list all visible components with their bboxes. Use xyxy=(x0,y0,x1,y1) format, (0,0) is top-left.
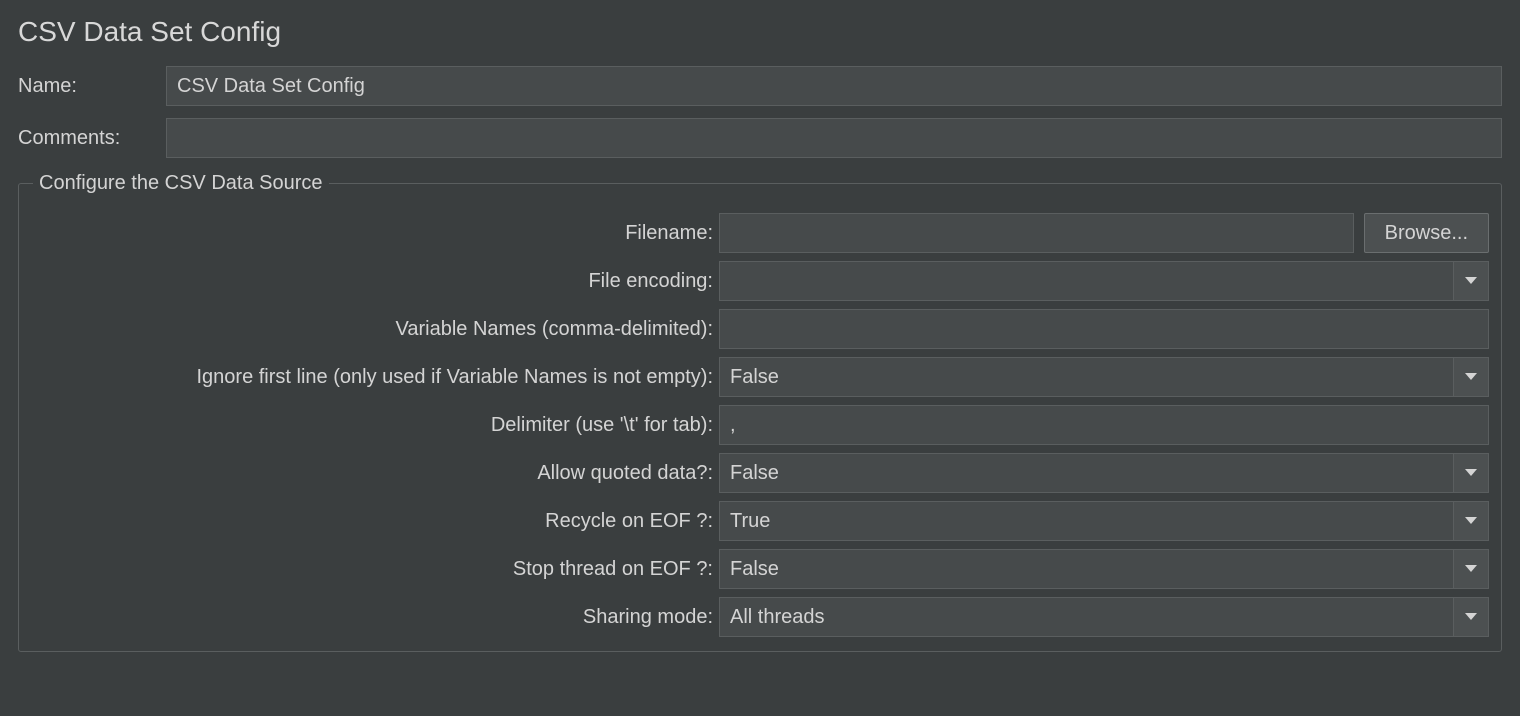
sharing-mode-label: Sharing mode: xyxy=(31,606,719,629)
file-encoding-combo[interactable] xyxy=(719,261,1489,301)
allow-quoted-input[interactable] xyxy=(719,453,1453,493)
chevron-down-icon xyxy=(1465,469,1477,477)
variable-names-input[interactable] xyxy=(719,309,1489,349)
name-label: Name: xyxy=(18,75,166,98)
sharing-mode-input[interactable] xyxy=(719,597,1453,637)
stop-thread-eof-dropdown-button[interactable] xyxy=(1453,549,1489,589)
ignore-first-line-input[interactable] xyxy=(719,357,1453,397)
comments-input[interactable] xyxy=(166,118,1502,158)
delimiter-input[interactable] xyxy=(719,405,1489,445)
file-encoding-dropdown-button[interactable] xyxy=(1453,261,1489,301)
group-legend: Configure the CSV Data Source xyxy=(33,172,329,195)
csv-config-group: Configure the CSV Data Source Filename: … xyxy=(18,172,1502,652)
allow-quoted-combo[interactable] xyxy=(719,453,1489,493)
recycle-eof-input[interactable] xyxy=(719,501,1453,541)
name-input[interactable] xyxy=(166,66,1502,106)
sharing-mode-combo[interactable] xyxy=(719,597,1489,637)
chevron-down-icon xyxy=(1465,373,1477,381)
file-encoding-label: File encoding: xyxy=(31,270,719,293)
stop-thread-eof-combo[interactable] xyxy=(719,549,1489,589)
file-encoding-input[interactable] xyxy=(719,261,1453,301)
ignore-first-line-label: Ignore first line (only used if Variable… xyxy=(31,366,719,389)
allow-quoted-dropdown-button[interactable] xyxy=(1453,453,1489,493)
page-title: CSV Data Set Config xyxy=(18,16,1502,48)
name-row: Name: xyxy=(18,66,1502,106)
recycle-eof-combo[interactable] xyxy=(719,501,1489,541)
delimiter-label: Delimiter (use '\t' for tab): xyxy=(31,414,719,437)
variable-names-label: Variable Names (comma-delimited): xyxy=(31,318,719,341)
chevron-down-icon xyxy=(1465,517,1477,525)
filename-label: Filename: xyxy=(31,222,719,245)
comments-row: Comments: xyxy=(18,118,1502,158)
recycle-eof-dropdown-button[interactable] xyxy=(1453,501,1489,541)
ignore-first-line-combo[interactable] xyxy=(719,357,1489,397)
comments-label: Comments: xyxy=(18,127,166,150)
allow-quoted-label: Allow quoted data?: xyxy=(31,462,719,485)
ignore-first-line-dropdown-button[interactable] xyxy=(1453,357,1489,397)
chevron-down-icon xyxy=(1465,613,1477,621)
filename-input[interactable] xyxy=(719,213,1354,253)
sharing-mode-dropdown-button[interactable] xyxy=(1453,597,1489,637)
browse-button[interactable]: Browse... xyxy=(1364,213,1489,253)
chevron-down-icon xyxy=(1465,277,1477,285)
chevron-down-icon xyxy=(1465,565,1477,573)
stop-thread-eof-label: Stop thread on EOF ?: xyxy=(31,558,719,581)
stop-thread-eof-input[interactable] xyxy=(719,549,1453,589)
recycle-eof-label: Recycle on EOF ?: xyxy=(31,510,719,533)
